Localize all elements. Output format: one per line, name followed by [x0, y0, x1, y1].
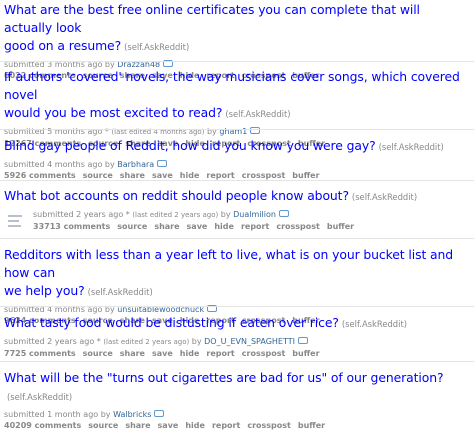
divider	[0, 361, 474, 362]
post-item: Blind gay people of Reddit, how did you …	[3, 137, 471, 182]
report-button[interactable]: report	[206, 349, 234, 358]
post-item: What bot accounts on reddit should peopl…	[3, 187, 471, 233]
divider	[0, 180, 474, 181]
post-meta: submitted 2 years ago * (last edited 2 y…	[3, 336, 471, 348]
source-button[interactable]: source	[117, 222, 147, 231]
post-title[interactable]: What are the best free online certificat…	[3, 1, 471, 56]
user-flair-icon	[157, 160, 168, 167]
user-flair-icon	[297, 337, 308, 344]
save-button[interactable]: save	[158, 421, 179, 430]
post-meta: submitted 4 months ago by Barbhara	[3, 159, 471, 170]
divider	[0, 238, 474, 239]
post-meta: submitted 1 month ago by Walbricks	[3, 409, 471, 420]
share-button[interactable]: share	[154, 222, 179, 231]
report-button[interactable]: report	[206, 171, 234, 180]
crosspost-button[interactable]: crosspost	[276, 222, 320, 231]
post-title[interactable]: What tasty food would be distusting if e…	[3, 314, 471, 333]
post-title[interactable]: If authors 'covered' novels, the way mus…	[3, 68, 471, 123]
buffer-button[interactable]: buffer	[292, 349, 319, 358]
post-author[interactable]: DO_U_EVN_SPAGHETTI	[204, 337, 295, 346]
share-button[interactable]: share	[125, 421, 150, 430]
crosspost-button[interactable]: crosspost	[242, 171, 286, 180]
divider	[0, 306, 474, 307]
post-author[interactable]: Walbricks	[113, 410, 151, 419]
post-domain[interactable]: (self.AskReddit)	[342, 319, 407, 329]
hide-button[interactable]: hide	[214, 222, 234, 231]
post-actions: 40209 comments source share save hide report c…	[3, 420, 471, 432]
post-domain[interactable]: (self.AskReddit)	[88, 287, 153, 297]
hide-button[interactable]: hide	[180, 171, 200, 180]
share-button[interactable]: share	[120, 349, 145, 358]
share-button[interactable]: share	[120, 171, 145, 180]
crosspost-button[interactable]: crosspost	[247, 421, 291, 430]
buffer-button[interactable]: buffer	[327, 222, 354, 231]
user-flair-icon	[154, 410, 165, 417]
post-domain[interactable]: (self.AskReddit)	[352, 192, 417, 202]
post-actions: 7725 comments source share save hide report cr…	[3, 348, 471, 360]
comments-link[interactable]: 33713 comments	[33, 222, 110, 231]
comments-link[interactable]: 5926 comments	[4, 171, 76, 180]
post-domain[interactable]: (self.AskReddit)	[7, 392, 72, 402]
self-post-thumbnail-icon[interactable]	[6, 213, 28, 229]
post-meta: submitted 2 years ago * (last edited 2 y…	[32, 209, 471, 221]
source-button[interactable]: source	[83, 349, 113, 358]
divider	[0, 61, 474, 62]
post-author[interactable]: Dualmilion	[233, 210, 276, 219]
post-actions: 33713 comments source share save hide report c…	[32, 221, 471, 233]
crosspost-button[interactable]: crosspost	[242, 349, 286, 358]
save-button[interactable]: save	[152, 349, 173, 358]
post-title[interactable]: Blind gay people of Reddit, how did you …	[3, 137, 471, 156]
divider	[0, 129, 474, 130]
buffer-button[interactable]: buffer	[298, 421, 325, 430]
save-button[interactable]: save	[152, 171, 173, 180]
save-button[interactable]: save	[187, 222, 208, 231]
post-author[interactable]: Barbhara	[117, 160, 154, 169]
comments-link[interactable]: 7725 comments	[4, 349, 76, 358]
post-item: What tasty food would be distusting if e…	[3, 314, 471, 360]
post-domain[interactable]: (self.AskReddit)	[379, 142, 444, 152]
post-domain[interactable]: (self.AskReddit)	[124, 42, 189, 52]
post-item: What will be the "turns out cigarettes a…	[3, 369, 471, 432]
post-domain[interactable]: (self.AskReddit)	[225, 109, 290, 119]
buffer-button[interactable]: buffer	[292, 171, 319, 180]
hide-button[interactable]: hide	[180, 349, 200, 358]
user-flair-icon	[278, 210, 289, 217]
report-button[interactable]: report	[241, 222, 269, 231]
hide-button[interactable]: hide	[185, 421, 205, 430]
report-button[interactable]: report	[212, 421, 240, 430]
source-button[interactable]: source	[88, 421, 118, 430]
post-title[interactable]: What will be the "turns out cigarettes a…	[3, 369, 471, 406]
comments-link[interactable]: 40209 comments	[4, 421, 81, 430]
source-button[interactable]: source	[83, 171, 113, 180]
post-title[interactable]: Redditors with less than a year left to …	[3, 246, 471, 301]
post-title[interactable]: What bot accounts on reddit should peopl…	[3, 187, 471, 206]
